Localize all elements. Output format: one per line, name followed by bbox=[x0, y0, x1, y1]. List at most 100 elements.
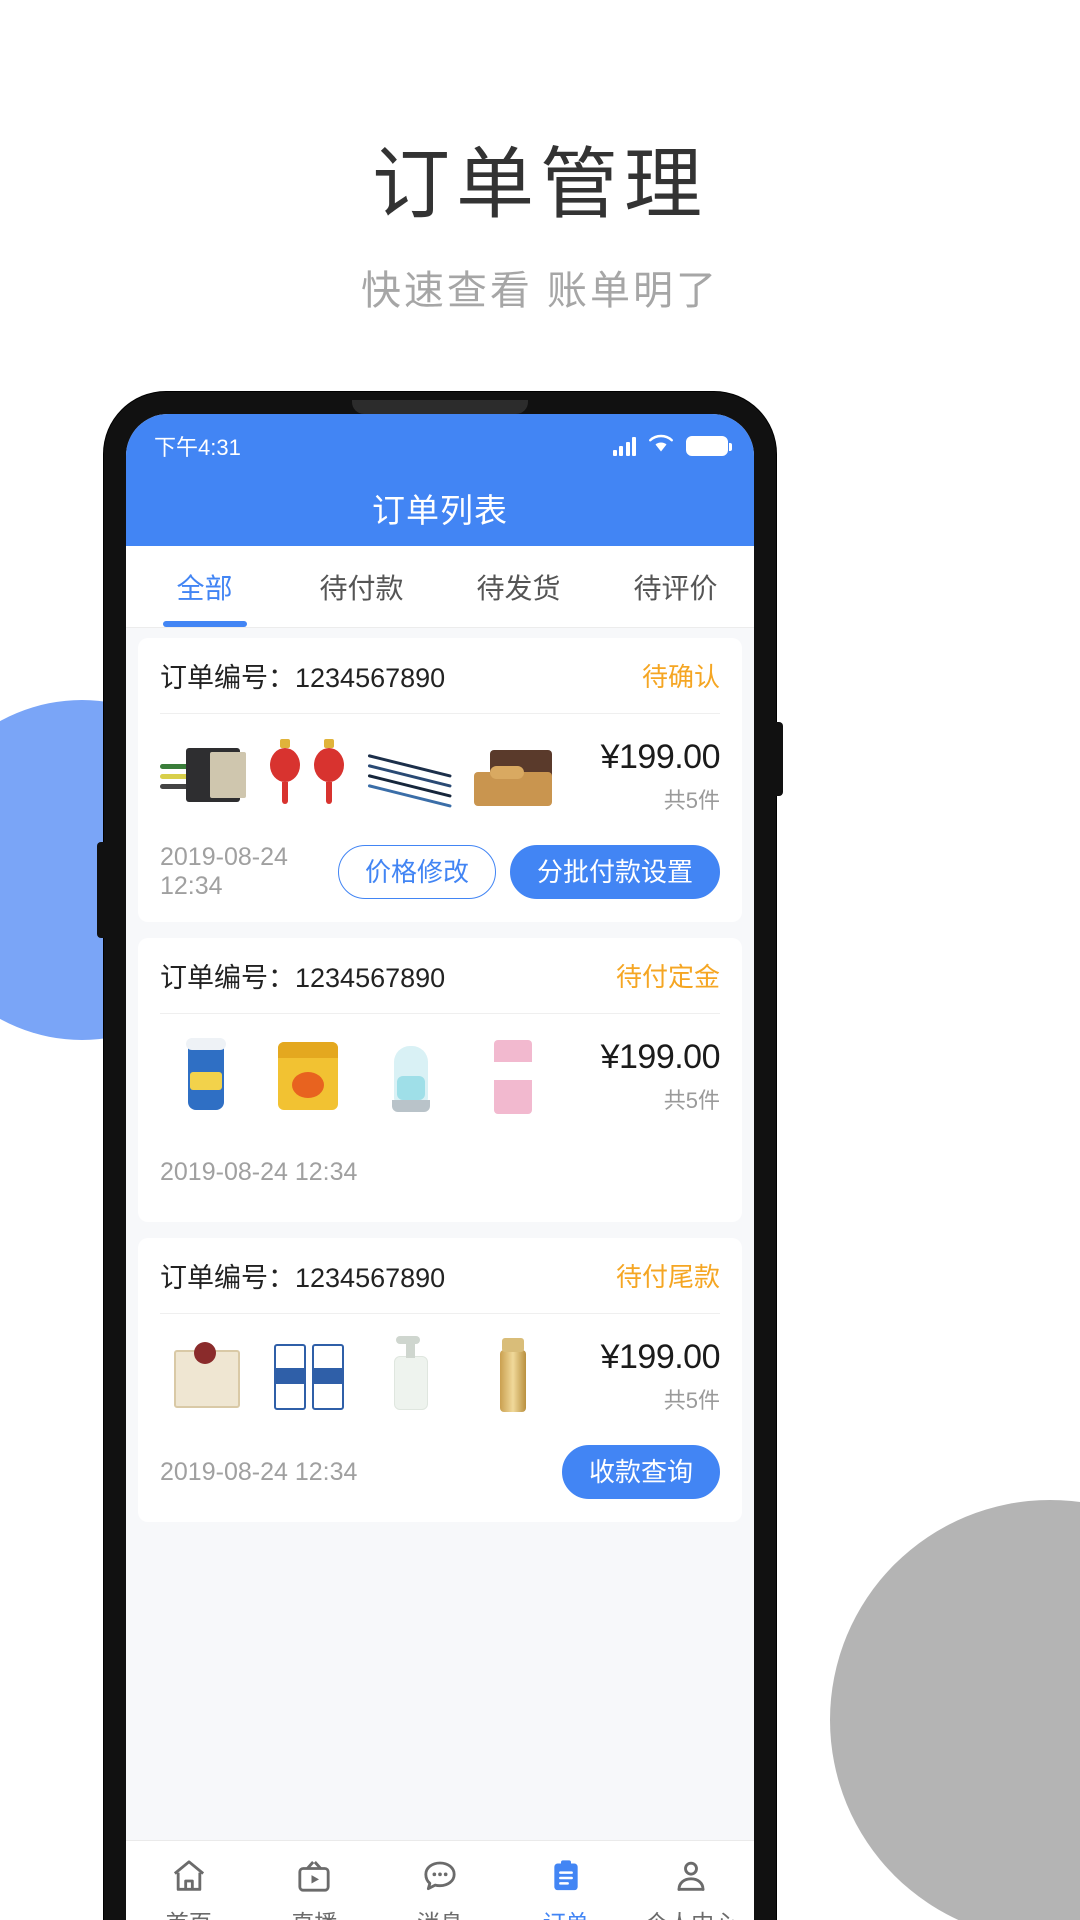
connector-thumb[interactable] bbox=[160, 730, 252, 822]
order-number: 订单编号：1234567890 bbox=[160, 656, 445, 695]
status-badge: 待确认 bbox=[641, 662, 720, 692]
bottom-navigation: 首页 直播 bbox=[126, 1840, 754, 1920]
order-date: 2019-08-24 12:34 bbox=[160, 1157, 358, 1186]
payment-query-button[interactable]: 收款查询 bbox=[561, 1445, 720, 1499]
price-modify-button[interactable]: 价格修改 bbox=[337, 845, 496, 899]
order-card-header: 订单编号：1234567890 待付尾款 bbox=[160, 1238, 720, 1314]
nav-item-message[interactable]: 消息 bbox=[377, 1856, 503, 1920]
sofa-thumb[interactable] bbox=[466, 730, 558, 822]
order-number-label: 订单编号： bbox=[160, 663, 295, 693]
nav-item-orders[interactable]: 订单 bbox=[503, 1856, 629, 1920]
promo-page: 订单管理 快速查看 账单明了 下午4:31 订单列表 全部 待付款 待发货 待评… bbox=[0, 0, 1080, 1920]
tab-pending-review[interactable]: 待评价 bbox=[597, 546, 754, 627]
order-number-value: 1234567890 bbox=[295, 663, 446, 693]
order-number-value: 1234567890 bbox=[295, 1263, 446, 1293]
gold-spray-thumb[interactable] bbox=[466, 1330, 558, 1422]
tab-label: 待发货 bbox=[476, 572, 561, 604]
tab-pending-payment[interactable]: 待付款 bbox=[283, 546, 440, 627]
order-price: ¥199.00 bbox=[600, 737, 721, 776]
phone-notch bbox=[352, 400, 528, 414]
app-bar: 订单列表 bbox=[126, 470, 754, 546]
phone-side-button-right bbox=[775, 722, 783, 796]
tab-active-indicator bbox=[477, 621, 561, 627]
order-card[interactable]: 订单编号：1234567890 待确认 ¥199.00 共5件 2019-08-… bbox=[138, 638, 742, 922]
snack-pouch-thumb[interactable] bbox=[262, 1030, 354, 1122]
tab-active-indicator bbox=[634, 621, 718, 627]
nav-label: 直播 bbox=[291, 1904, 337, 1920]
order-price-block: ¥199.00 共5件 bbox=[570, 1037, 721, 1115]
tab-all[interactable]: 全部 bbox=[126, 546, 283, 627]
order-card-footer: 2019-08-24 12:34 bbox=[160, 1136, 720, 1222]
order-card[interactable]: 订单编号：1234567890 待付尾款 ¥199.00 共5件 2019-08… bbox=[138, 1238, 742, 1522]
order-price-block: ¥199.00 共5件 bbox=[570, 1337, 721, 1415]
order-date: 2019-08-24 12:34 bbox=[160, 1457, 358, 1486]
fishing-rod-thumb[interactable] bbox=[364, 730, 456, 822]
order-card-footer: 2019-08-24 12:34 价格修改 分批付款设置 bbox=[160, 836, 720, 922]
order-number-label: 订单编号： bbox=[160, 1263, 295, 1293]
tab-label: 待付款 bbox=[319, 572, 404, 604]
product-thumbnails[interactable] bbox=[160, 1330, 570, 1422]
nav-label: 首页 bbox=[166, 1904, 212, 1920]
order-date: 2019-08-24 12:34 bbox=[160, 843, 288, 900]
order-card-body: ¥199.00 共5件 bbox=[160, 1014, 721, 1136]
order-price-block: ¥199.00 共5件 bbox=[570, 737, 721, 815]
pump-bottle-thumb[interactable] bbox=[364, 1330, 456, 1422]
tab-active-indicator bbox=[320, 621, 404, 627]
order-price: ¥199.00 bbox=[600, 1337, 721, 1376]
status-badge: 待付尾款 bbox=[615, 1262, 720, 1292]
order-number: 订单编号：1234567890 bbox=[160, 956, 445, 995]
sachet-thumb[interactable] bbox=[466, 1030, 558, 1122]
phone-mockup: 下午4:31 订单列表 全部 待付款 待发货 待评价 订单编号：12345678… bbox=[97, 392, 783, 1920]
message-icon bbox=[420, 1856, 460, 1896]
live-icon bbox=[294, 1856, 334, 1896]
nav-item-home[interactable]: 首页 bbox=[126, 1856, 252, 1920]
lantern-thumb[interactable] bbox=[262, 730, 354, 822]
status-badge: 待付定金 bbox=[615, 962, 720, 992]
nav-label: 订单 bbox=[543, 1904, 589, 1920]
wifi-icon bbox=[648, 433, 674, 459]
nav-label: 个人中心 bbox=[645, 1904, 737, 1920]
nav-item-profile[interactable]: 个人中心 bbox=[628, 1856, 754, 1920]
order-number: 订单编号：1234567890 bbox=[160, 1256, 445, 1295]
clipboard-icon bbox=[546, 1856, 586, 1896]
phone-side-button-left bbox=[97, 842, 105, 938]
order-card[interactable]: 订单编号：1234567890 待付定金 ¥199.00 共5件 2019-08… bbox=[138, 938, 742, 1222]
order-number-value: 1234567890 bbox=[295, 963, 446, 993]
nav-item-live[interactable]: 直播 bbox=[252, 1856, 378, 1920]
blue-carton-thumb[interactable] bbox=[262, 1330, 354, 1422]
tab-label: 全部 bbox=[176, 572, 233, 604]
status-bar-time: 下午4:31 bbox=[154, 435, 241, 460]
tab-pending-shipment[interactable]: 待发货 bbox=[440, 546, 597, 627]
home-icon bbox=[169, 1856, 209, 1896]
order-card-body: ¥199.00 共5件 bbox=[160, 714, 721, 836]
order-quantity: 共5件 bbox=[663, 787, 720, 813]
order-card-header: 订单编号：1234567890 待付定金 bbox=[160, 938, 720, 1014]
page-title: 订单管理 bbox=[371, 140, 708, 228]
order-number-label: 订单编号： bbox=[160, 963, 295, 993]
phone-screen: 下午4:31 订单列表 全部 待付款 待发货 待评价 订单编号：12345678… bbox=[126, 414, 754, 1920]
order-card-body: ¥199.00 共5件 bbox=[160, 1314, 721, 1436]
order-price: ¥199.00 bbox=[600, 1037, 721, 1076]
tab-active-indicator bbox=[162, 621, 247, 627]
promo-header: 订单管理 快速查看 账单明了 bbox=[0, 0, 1080, 316]
order-tabs: 全部 待付款 待发货 待评价 bbox=[126, 546, 754, 628]
page-subtitle: 快速查看 账单明了 bbox=[360, 269, 720, 314]
soap-box-thumb[interactable] bbox=[160, 1330, 252, 1422]
status-bar: 下午4:31 bbox=[126, 414, 754, 470]
status-bar-icons bbox=[612, 433, 732, 459]
order-quantity: 共5件 bbox=[663, 1087, 720, 1113]
decorative-gray-circle bbox=[830, 1500, 1080, 1920]
order-card-footer: 2019-08-24 12:34 收款查询 bbox=[160, 1436, 720, 1522]
sunscreen-thumb[interactable] bbox=[364, 1030, 456, 1122]
chips-can-thumb[interactable] bbox=[160, 1030, 252, 1122]
product-thumbnails[interactable] bbox=[160, 1030, 570, 1122]
signal-bars-icon bbox=[612, 436, 636, 456]
nav-label: 消息 bbox=[417, 1904, 463, 1920]
user-icon bbox=[671, 1856, 711, 1896]
order-quantity: 共5件 bbox=[663, 1387, 720, 1413]
order-list[interactable]: 订单编号：1234567890 待确认 ¥199.00 共5件 2019-08-… bbox=[126, 628, 754, 1840]
product-thumbnails[interactable] bbox=[160, 730, 570, 822]
installment-settings-button[interactable]: 分批付款设置 bbox=[509, 845, 720, 899]
battery-icon bbox=[686, 436, 732, 456]
tab-label: 待评价 bbox=[633, 572, 718, 604]
